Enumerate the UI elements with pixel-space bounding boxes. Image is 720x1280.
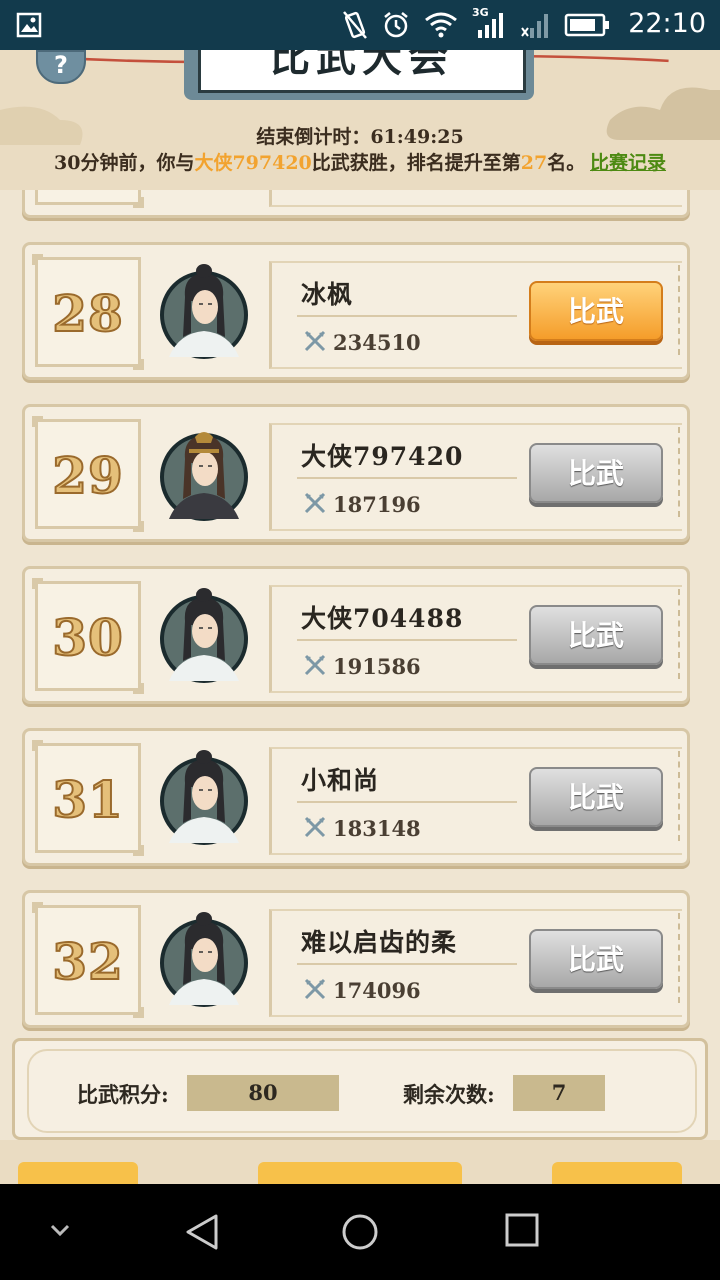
challenge-button[interactable]: 比武 (529, 767, 663, 827)
opponent-card: 28 冰枫 234510 比武 (22, 242, 690, 380)
info-box (269, 190, 682, 207)
help-button[interactable]: ? (36, 50, 86, 84)
bottom-tab[interactable] (18, 1162, 138, 1184)
challenge-button[interactable]: 比武 (529, 605, 663, 665)
game-header: ? 比武大会 结束倒计时：61:49:25 30分钟前，你与大侠797420比武… (0, 50, 720, 190)
rank-box (35, 190, 144, 208)
combat-power: 234510 (333, 330, 421, 355)
signal-x-icon (521, 14, 548, 38)
challenge-button[interactable]: 比武 (529, 929, 663, 989)
player-name: 大侠704488 (301, 604, 464, 633)
opponent-list[interactable]: 28 冰枫 234510 比武 29 大侠797420 187196 比武 30… (0, 190, 720, 1035)
score-value: 80 (187, 1075, 339, 1111)
opponent-card: 30 大侠704488 191586 比武 (22, 566, 690, 704)
divider (297, 477, 517, 479)
clock: 22:10 (628, 8, 706, 39)
match-record-link[interactable]: 比赛记录 (590, 148, 666, 175)
battle-notice: 30分钟前，你与大侠797420比武获胜，排名提升至第27名。 比赛记录 (54, 148, 666, 175)
opponent-card: 29 大侠797420 187196 比武 (22, 404, 690, 542)
notice-text: 比武获胜，排名提升至第 (311, 152, 521, 174)
bottom-tab[interactable] (258, 1162, 462, 1184)
torn-edge (678, 913, 690, 1003)
title-plaque: 比武大会 (184, 50, 534, 100)
home-icon[interactable] (340, 1212, 380, 1252)
battery-icon (564, 13, 609, 37)
torn-edge (678, 427, 690, 517)
player-avatar (159, 905, 249, 1013)
torn-edge (678, 265, 690, 355)
signal-icon (478, 13, 503, 38)
combat-power: 174096 (333, 978, 421, 1003)
divider (297, 639, 517, 641)
player-avatar (159, 257, 249, 365)
countdown: 结束倒计时：61:49:25 (0, 122, 720, 149)
bottom-tabs (0, 1140, 720, 1184)
combat-power: 187196 (333, 492, 421, 517)
rank-number: 31 (51, 769, 124, 830)
crossed-swords-icon (304, 654, 326, 676)
notice-text: 名。 (547, 152, 586, 174)
gallery-icon (16, 12, 42, 38)
player-name: 冰枫 (301, 280, 354, 309)
rank-box: 30 (32, 578, 144, 694)
remaining-value: 7 (513, 1075, 605, 1111)
vibrate-icon (343, 11, 367, 39)
crossed-swords-icon (304, 492, 326, 514)
rank-box: 31 (32, 740, 144, 856)
opponent-card: 32 难以启齿的柔 174096 比武 (22, 890, 690, 1028)
rank-number: 29 (51, 445, 124, 506)
torn-edge (678, 751, 690, 841)
challenge-button[interactable]: 比武 (529, 443, 663, 503)
divider (297, 801, 517, 803)
alarm-icon (384, 12, 408, 38)
player-avatar (159, 419, 249, 527)
notice-rank: 27 (520, 152, 548, 174)
player-avatar (159, 581, 249, 689)
player-avatar (159, 743, 249, 851)
rank-box: 32 (32, 902, 144, 1018)
back-icon[interactable] (182, 1212, 222, 1252)
player-name: 小和尚 (301, 766, 380, 795)
divider (297, 315, 517, 317)
crossed-swords-icon (304, 978, 326, 1000)
status-bar: 3G 22:10 (0, 0, 720, 50)
notice-opponent: 大侠797420 (194, 152, 312, 174)
rank-box: 29 (32, 416, 144, 532)
player-name: 难以启齿的柔 (301, 928, 458, 957)
rank-box: 28 (32, 254, 144, 370)
rank-number: 28 (51, 283, 124, 344)
opponent-card: 31 小和尚 183148 比武 (22, 728, 690, 866)
player-name: 大侠797420 (301, 442, 464, 471)
combat-power: 191586 (333, 654, 421, 679)
divider (297, 963, 517, 965)
score-label: 比武积分: (77, 1082, 169, 1107)
crossed-swords-icon (304, 330, 326, 352)
wifi-icon (425, 12, 457, 38)
torn-edge (678, 589, 690, 679)
countdown-value: 61:49:25 (370, 126, 464, 148)
recents-icon[interactable] (504, 1212, 540, 1248)
combat-power: 183148 (333, 816, 421, 841)
notice-text: 30分钟前，你与 (54, 152, 195, 174)
opponent-card (22, 190, 690, 218)
rank-number: 32 (51, 931, 124, 992)
remaining-label: 剩余次数: (403, 1082, 495, 1107)
chevron-down-icon[interactable] (48, 1220, 72, 1240)
challenge-button[interactable]: 比武 (529, 281, 663, 341)
crossed-swords-icon (304, 816, 326, 838)
navigation-bar (0, 1184, 720, 1280)
countdown-label: 结束倒计时： (256, 126, 371, 148)
stats-panel: 比武积分: 80 剩余次数: 7 (12, 1038, 708, 1140)
rank-number: 30 (51, 607, 124, 668)
page-title: 比武大会 (270, 50, 454, 81)
bottom-tab[interactable] (552, 1162, 682, 1184)
